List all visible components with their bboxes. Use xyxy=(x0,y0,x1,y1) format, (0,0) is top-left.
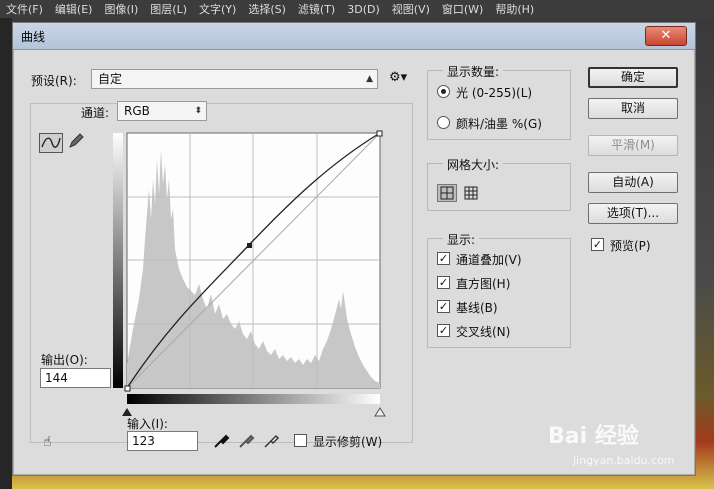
white-eyedropper-icon[interactable] xyxy=(262,431,280,449)
show-amount-title: 显示数量: xyxy=(443,63,504,80)
preset-label: 预设(R): xyxy=(31,74,77,88)
show-clipping-label: 显示修剪(W) xyxy=(313,435,383,449)
pencil-icon[interactable] xyxy=(67,132,85,150)
menu-file[interactable]: 文件(F) xyxy=(0,1,49,17)
curve-edit-tool-icon[interactable] xyxy=(39,133,63,153)
dialog-title: 曲线 xyxy=(21,30,46,44)
tool-strip xyxy=(0,18,12,489)
menu-filter[interactable]: 滤镜(T) xyxy=(292,1,341,17)
cancel-button[interactable]: 取消 xyxy=(588,98,678,119)
hand-adjust-icon[interactable]: ☝ xyxy=(43,434,52,450)
display-title: 显示: xyxy=(443,231,480,248)
curve-point[interactable] xyxy=(247,243,252,248)
preview-checkbox[interactable]: ✓ xyxy=(591,238,604,251)
show-clipping-checkbox[interactable] xyxy=(294,434,307,447)
white-point-slider[interactable] xyxy=(374,407,386,417)
menu-view[interactable]: 视图(V) xyxy=(386,1,436,17)
output-gradient-bar xyxy=(113,133,123,388)
channel-select[interactable]: RGB ⬍ xyxy=(117,101,207,121)
close-button[interactable]: ✕ xyxy=(645,26,687,46)
chevron-updown-icon: ⬍ xyxy=(194,106,202,116)
pigment-radio[interactable] xyxy=(437,116,450,129)
menu-edit[interactable]: 编辑(E) xyxy=(49,1,99,17)
preview-label: 预览(P) xyxy=(610,239,651,253)
output-field[interactable]: 144 xyxy=(40,368,111,388)
preset-select[interactable]: 自定 ▲ xyxy=(91,69,378,89)
histogram-checkbox[interactable]: ✓ xyxy=(437,276,450,289)
menu-layer[interactable]: 图层(L) xyxy=(144,1,193,17)
channel-value: RGB xyxy=(124,104,150,118)
input-label: 输入(I): xyxy=(127,417,168,431)
menu-3d[interactable]: 3D(D) xyxy=(341,3,386,16)
channel-overlay-label: 通道叠加(V) xyxy=(456,253,522,267)
gray-eyedropper-icon[interactable] xyxy=(237,431,255,449)
menu-bar: 文件(F) 编辑(E) 图像(I) 图层(L) 文字(Y) 选择(S) 滤镜(T… xyxy=(0,0,714,18)
output-label: 输出(O): xyxy=(41,353,88,367)
black-eyedropper-icon[interactable] xyxy=(212,431,230,449)
channel-overlay-checkbox[interactable]: ✓ xyxy=(437,252,450,265)
auto-button[interactable]: 自动(A) xyxy=(588,172,678,193)
menu-image[interactable]: 图像(I) xyxy=(98,1,144,17)
curves-dialog: 曲线 ✕ 预设(R): 自定 ▲ ⚙▾ 通道: RGB ⬍ 输出(O): 144… xyxy=(12,22,696,476)
light-label: 光 (0-255)(L) xyxy=(456,86,533,100)
baseline-label: 基线(B) xyxy=(456,301,498,315)
pigment-label: 颜料/油墨 %(G) xyxy=(456,117,542,131)
curve-point[interactable] xyxy=(124,385,131,392)
ok-button[interactable]: 确定 xyxy=(588,67,678,88)
grid-large-icon[interactable] xyxy=(463,184,479,202)
curves-graph[interactable] xyxy=(109,119,399,419)
menu-type[interactable]: 文字(Y) xyxy=(193,1,242,17)
menu-help[interactable]: 帮助(H) xyxy=(489,1,540,17)
options-button[interactable]: 选项(T)... xyxy=(588,203,678,224)
gear-icon[interactable]: ⚙▾ xyxy=(389,70,407,85)
title-bar: 曲线 ✕ xyxy=(13,23,695,50)
grid-size-title: 网格大小: xyxy=(443,156,504,173)
preset-value: 自定 xyxy=(98,72,123,86)
menu-window[interactable]: 窗口(W) xyxy=(436,1,489,17)
watermark-logo: Bai 经验 xyxy=(548,424,639,449)
input-field[interactable]: 123 xyxy=(127,431,198,451)
histogram-label: 直方图(H) xyxy=(456,277,511,291)
channel-label: 通道: xyxy=(81,106,110,120)
watermark-url: jingyan.baidu.com xyxy=(573,454,675,467)
menu-select[interactable]: 选择(S) xyxy=(242,1,292,17)
intersection-line-label: 交叉线(N) xyxy=(456,325,511,339)
input-gradient-bar xyxy=(127,394,380,404)
baseline-checkbox[interactable]: ✓ xyxy=(437,300,450,313)
intersection-line-checkbox[interactable]: ✓ xyxy=(437,324,450,337)
chevron-updown-icon: ▲ xyxy=(366,74,373,84)
curve-point[interactable] xyxy=(376,130,383,137)
smooth-button[interactable]: 平滑(M) xyxy=(588,135,678,156)
grid-small-icon[interactable] xyxy=(437,184,457,202)
light-radio[interactable] xyxy=(437,85,450,98)
